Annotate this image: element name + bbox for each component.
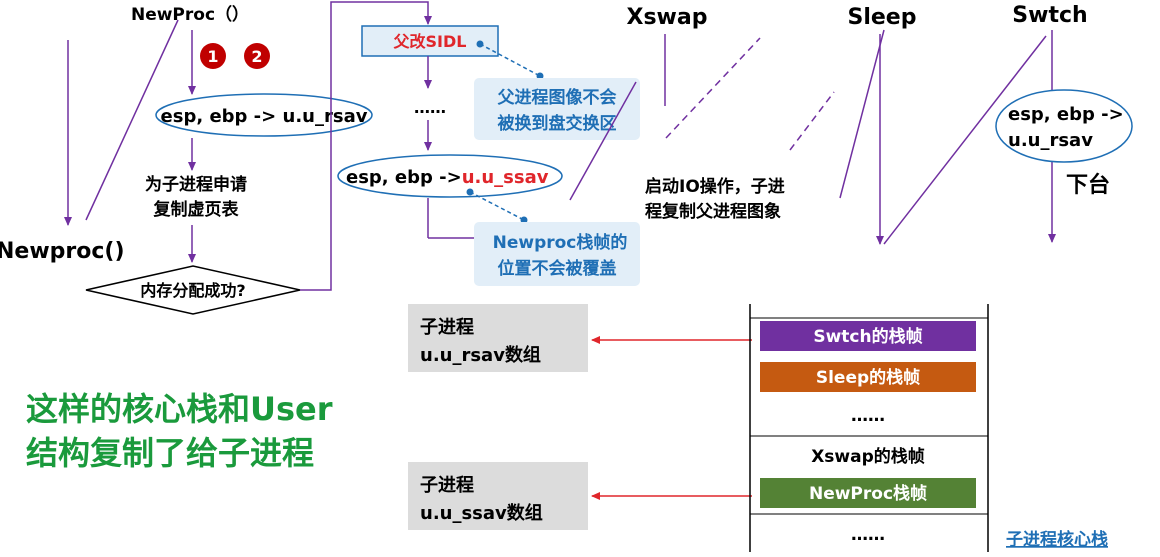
- fork-kernel-stack-diagram: NewProc（） 1 2 esp, ebp -> u.u_rsav 为子进程申…: [0, 1, 1133, 552]
- step-badge-2: 2: [244, 43, 270, 69]
- ssav-suffix: u.u_ssav: [462, 167, 549, 188]
- callout-pointer: [479, 43, 541, 77]
- xswap-title: Xswap: [627, 5, 708, 30]
- newproc-title: NewProc（）: [131, 4, 249, 25]
- stack-frame-swtch-label: Swtch的栈帧: [813, 326, 922, 347]
- image-callout-line2: 被换到盘交换区: [498, 113, 617, 134]
- swtch-save-ellipse: [995, 89, 1133, 163]
- swtch-off-cpu-label: 下台: [1066, 172, 1110, 198]
- ssav-prefix: esp, ebp ->: [346, 167, 462, 188]
- stack-frame-bottom-label: ……: [851, 525, 885, 545]
- summary-line2: 结构复制了给子进程: [26, 434, 314, 472]
- stack-frame-gap-label: ……: [851, 406, 885, 426]
- memory-decision-text: 内存分配成功?: [140, 281, 245, 300]
- callout-pointer: [469, 191, 525, 221]
- child-ssav-line2: u.u_ssav数组: [420, 502, 543, 524]
- sidl-prefix: 父改: [393, 32, 427, 51]
- child-rsav-line2: u.u_rsav数组: [420, 344, 541, 366]
- swtch-save-line2: u.u_rsav: [1008, 130, 1093, 151]
- frame-callout-line2: 位置不会被覆盖: [498, 258, 617, 279]
- parent-dots: ……: [414, 98, 446, 117]
- alloc-text-line1: 为子进程申请: [145, 174, 247, 195]
- xswap-note-line1: 启动IO操作，子进: [645, 176, 785, 197]
- summary-line1: 这样的核心栈和User: [26, 390, 333, 428]
- child-rsav-line1: 子进程: [420, 317, 474, 338]
- callout-anchor-dot: [476, 40, 484, 48]
- xswap-note-line2: 程复制父进程图象: [645, 201, 781, 222]
- child-ssav-line1: 子进程: [420, 475, 474, 496]
- stack-frame-sleep-label: Sleep的栈帧: [816, 367, 920, 388]
- stack-frame-xswap-label: Xswap的栈帧: [811, 446, 925, 467]
- badge-label: 2: [251, 47, 262, 66]
- callout-anchor-dot: [466, 188, 474, 196]
- sleep-title: Sleep: [848, 5, 917, 30]
- swtch-save-line1: esp, ebp ->: [1008, 104, 1124, 125]
- io-dashed-line: [789, 91, 835, 151]
- alloc-text-line2: 复制虚页表: [153, 199, 240, 220]
- rsav-save-text: esp, ebp -> u.u_rsav: [161, 106, 368, 127]
- swtch-title: Swtch: [1012, 3, 1087, 28]
- ssav-save-text: esp, ebp ->u.u_ssav: [346, 167, 549, 188]
- step-badge-1: 1: [200, 43, 226, 69]
- set-sidl-text: 父改SIDL: [393, 32, 467, 51]
- kernel-stack-caption: 子进程核心栈: [1006, 529, 1108, 550]
- io-dashed-line: [665, 37, 761, 139]
- badge-label: 1: [207, 47, 218, 66]
- sidl-suffix: SIDL: [426, 32, 467, 51]
- child-kernel-stack: Swtch的栈帧 Sleep的栈帧 …… Xswap的栈帧 NewProc栈帧 …: [749, 304, 989, 552]
- newproc-left-label: Newproc(): [0, 239, 125, 264]
- stack-frame-newproc-label: NewProc栈帧: [809, 483, 927, 504]
- image-callout-line1: 父进程图像不会: [497, 87, 617, 108]
- sleep-entry-line: [839, 29, 885, 199]
- frame-callout-line1: Newproc栈帧的: [493, 232, 628, 253]
